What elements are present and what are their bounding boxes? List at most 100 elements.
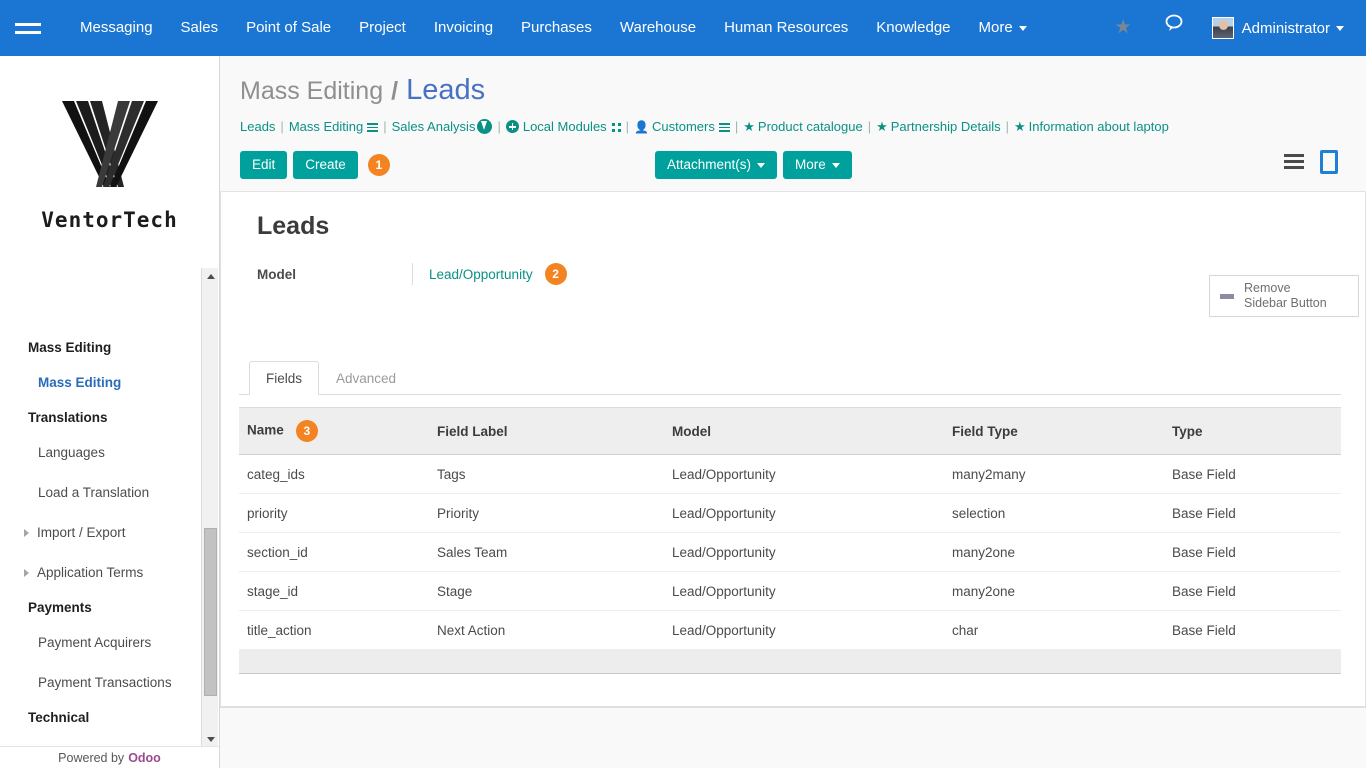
user-icon: 👤 [634, 120, 650, 134]
bookmark-partnership-details[interactable]: ★ Partnership Details [876, 119, 1000, 134]
bookmark-divider: | [497, 119, 501, 134]
nav-item-warehouse[interactable]: Warehouse [606, 0, 710, 56]
brand-name-label: VentorTech [41, 208, 178, 232]
star-icon: ★ [876, 119, 888, 134]
column-header-label: Model [672, 423, 711, 439]
table-row[interactable]: stage_id Stage Lead/Opportunity many2one Bas… [239, 571, 1341, 611]
powered-by-label: Powered by [58, 750, 125, 765]
form-sheet: Leads Model Lead/Opportunity 2 Remove Si… [220, 192, 1366, 708]
scroll-up-arrow-icon[interactable] [202, 268, 219, 285]
column-header-type[interactable]: Type [1164, 407, 1341, 455]
list-view-icon[interactable] [1282, 152, 1306, 172]
cell-field-type: selection [944, 493, 1164, 533]
sidebar-item-payment-acquirers[interactable]: Payment Acquirers [0, 623, 203, 663]
main-content: Mass Editing / Leads Leads | Mass Editing |… [220, 56, 1366, 768]
remove-sidebar-button[interactable]: Remove Sidebar Button [1209, 275, 1359, 317]
bookmark-divider: | [625, 119, 630, 134]
sidebar-item-load-a-translation[interactable]: Load a Translation [0, 473, 203, 513]
pie-chart-icon [477, 119, 493, 134]
nav-item-knowledge[interactable]: Knowledge [862, 0, 964, 56]
attachments-dropdown-button[interactable]: Attachment(s) [655, 151, 778, 179]
cell-model: Lead/Opportunity [664, 493, 944, 533]
nav-item-human-resources[interactable]: Human Resources [710, 0, 862, 56]
create-button[interactable]: Create [293, 151, 358, 179]
more-dropdown-button[interactable]: More [783, 151, 852, 179]
sidebar-item-application-terms[interactable]: Application Terms [0, 553, 203, 593]
nav-item-messaging[interactable]: Messaging [66, 0, 167, 56]
messaging-chat-icon[interactable] [1148, 0, 1200, 56]
column-header-field-type[interactable]: Field Type [944, 407, 1164, 455]
bookmark-product-catalogue[interactable]: ★ Product catalogue [743, 119, 862, 134]
sidebar-item-mass-editing[interactable]: Mass Editing [0, 363, 203, 403]
model-field-value[interactable]: Lead/Opportunity [429, 267, 533, 282]
column-header-field-label[interactable]: Field Label [429, 407, 664, 455]
bookmark-mass-editing[interactable]: Mass Editing [289, 119, 363, 134]
column-header-name[interactable]: Name 3 [239, 407, 429, 455]
cell-type: Base Field [1164, 532, 1341, 572]
bookmark-customers[interactable]: 👤 Customers [634, 119, 715, 134]
table-header-row: Name 3 Field Label Model Field Type Type [239, 407, 1341, 455]
bookmark-leads[interactable]: Leads [240, 119, 275, 134]
nav-item-purchases[interactable]: Purchases [507, 0, 606, 56]
page-title: Leads [257, 212, 330, 240]
bookmark-label: Mass Editing [288, 119, 364, 134]
sidebar-item-languages[interactable]: Languages [0, 433, 203, 473]
lines-menu-icon [718, 123, 730, 132]
odoo-brand-link[interactable]: Odoo [128, 751, 161, 765]
bookmark-label: Customers [652, 119, 715, 134]
table-row[interactable]: title_action Next Action Lead/Opportunity c… [239, 610, 1341, 650]
nav-item-label: Purchases [521, 19, 592, 36]
attachments-label: Attachment(s) [667, 157, 752, 172]
list-line [1284, 154, 1304, 157]
notebook-tabs: Fields Advanced [239, 361, 1341, 395]
bookmark-label: Product catalogue [757, 119, 863, 134]
nav-item-sales[interactable]: Sales [167, 0, 233, 56]
minus-icon [1220, 293, 1234, 299]
breadcrumb-parent[interactable]: Mass Editing [240, 77, 383, 105]
tab-fields[interactable]: Fields [249, 361, 320, 395]
table-row[interactable]: categ_ids Tags Lead/Opportunity many2many Ba… [239, 454, 1341, 494]
bookmark-local-modules[interactable]: Local Modules [505, 119, 607, 134]
cell-field-label: Sales Team [429, 532, 664, 572]
form-view-icon[interactable] [1320, 150, 1338, 174]
bookmark-label: Local Modules [522, 119, 607, 134]
app-menu-list: Messaging Sales Point of Sale Project Invoic… [66, 0, 1041, 56]
sidebar-scrollbar[interactable] [201, 268, 218, 748]
sidebar-menu: Mass Editing Mass Editing Translations Lang… [0, 261, 203, 746]
nav-item-project[interactable]: Project [345, 0, 420, 56]
favorites-star-icon[interactable]: ★ [1099, 0, 1148, 56]
table-row[interactable]: section_id Sales Team Lead/Opportunity many… [239, 532, 1341, 572]
column-header-model[interactable]: Model [664, 407, 944, 455]
sidebar-item-label: Import / Export [37, 525, 126, 540]
avatar [1211, 17, 1234, 39]
cell-type: Base Field [1164, 610, 1341, 650]
nav-item-label: Invoicing [433, 19, 494, 36]
user-menu[interactable]: Administrator [1200, 0, 1352, 56]
sidebar-item-import-export[interactable]: Import / Export [0, 513, 203, 553]
table-row[interactable]: priority Priority Lead/Opportunity selectio… [239, 493, 1341, 533]
bookmark-divider: | [734, 119, 739, 134]
nav-item-invoicing[interactable]: Invoicing [420, 0, 507, 56]
bookmark-information-about-laptop[interactable]: ★ Information about laptop [1014, 119, 1169, 134]
sidebar-item-payment-transactions[interactable]: Payment Transactions [0, 663, 203, 703]
edit-button[interactable]: Edit [240, 151, 288, 179]
sheet-bottom-divider [221, 706, 1365, 707]
nav-item-label: Sales [180, 19, 219, 36]
sidebar-item-email[interactable]: Email [0, 733, 203, 746]
bookmark-divider: | [867, 119, 872, 134]
nav-item-point-of-sale[interactable]: Point of Sale [232, 0, 345, 56]
scrollbar-thumb[interactable] [204, 528, 217, 696]
chevron-down-icon [757, 162, 766, 168]
cell-field-label: Tags [429, 454, 664, 494]
sidebar-item-label: Payment Transactions [38, 675, 172, 690]
cell-name: stage_id [239, 571, 429, 611]
star-icon: ★ [743, 119, 755, 134]
table-header: Name 3 Field Label Model Field Type Type [239, 407, 1341, 455]
nav-item-more[interactable]: More [965, 0, 1041, 56]
hamburger-menu-icon[interactable] [0, 0, 56, 56]
tab-advanced[interactable]: Advanced [319, 361, 413, 395]
bookmark-sales-analysis[interactable]: Sales Analysis [392, 119, 476, 134]
cell-type: Base Field [1164, 493, 1341, 533]
chevron-down-icon [1336, 25, 1344, 31]
cell-field-label: Next Action [429, 610, 664, 650]
